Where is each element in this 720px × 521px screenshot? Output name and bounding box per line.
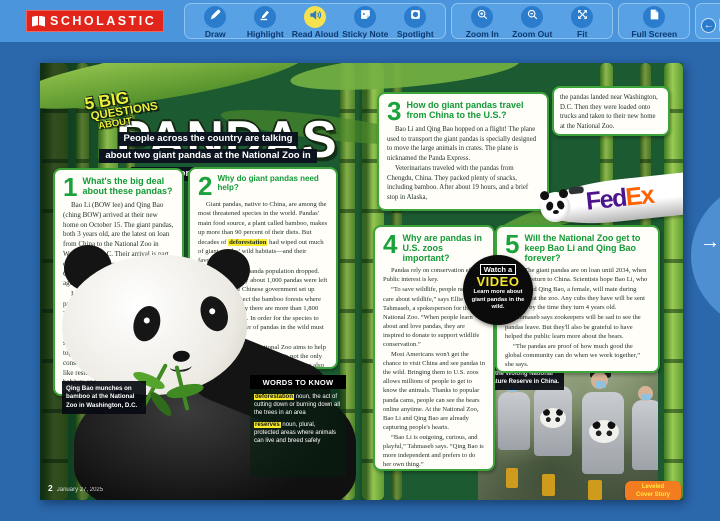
- video-badge-description: Learn more about giant pandas in the wil…: [471, 289, 525, 311]
- tool-label: Zoom In: [466, 29, 499, 39]
- toolbar: SCHOLASTIC Draw Highlight Read Aloud Sti…: [0, 0, 720, 42]
- question-3-box: 3 How do giant pandas travel from China …: [377, 92, 549, 211]
- full-screen-icon: [648, 8, 661, 26]
- sticky-note-button[interactable]: Sticky Note: [340, 6, 390, 39]
- video-badge-line2: VIDEO: [477, 275, 520, 289]
- question-number: 4: [383, 233, 397, 255]
- tool-label: Sticky Note: [342, 29, 388, 39]
- tool-label: Read Aloud: [292, 29, 339, 39]
- question-heading: How do giant pandas travel from China to…: [406, 100, 539, 120]
- zoom-tool-group: Zoom In Zoom Out Fit: [451, 3, 613, 39]
- plane-fuselage: FedEx: [538, 170, 683, 229]
- highlighted-term: deforestation: [228, 239, 267, 246]
- page-footer: 2 January 27, 2025: [48, 483, 103, 493]
- scholastic-logo[interactable]: SCHOLASTIC: [26, 10, 164, 32]
- watch-video-badge[interactable]: Watch a VIDEO Learn more about giant pan…: [463, 255, 533, 325]
- article-paragraph: “Bao Li is outgoing, curious, and playfu…: [383, 433, 485, 469]
- question-heading: What's the big deal about these pandas?: [82, 176, 174, 196]
- question-heading: Why are pandas in U.S. zoos important?: [402, 233, 485, 263]
- previous-page-button[interactable]: ←: [701, 18, 716, 33]
- highlighter-icon: [259, 8, 272, 26]
- plane-panda-nose-art: [539, 191, 572, 224]
- vocabulary-term: reserves: [254, 422, 281, 428]
- question-number: 2: [198, 175, 212, 197]
- panda-eye-patch: [129, 303, 164, 345]
- book-icon: [32, 16, 45, 27]
- issue-date: January 27, 2025: [57, 487, 103, 493]
- zoom-in-button[interactable]: Zoom In: [457, 6, 507, 39]
- article-paragraph: Bao Li and Qing Bao hopped on a flight! …: [387, 125, 539, 163]
- panda-eye-patch: [196, 292, 233, 335]
- sticky-note-icon: [359, 8, 372, 26]
- panda-mouth: [169, 360, 192, 373]
- article-paragraph: the pandas landed near Washington, D.C. …: [560, 93, 662, 131]
- read-aloud-button[interactable]: Read Aloud: [290, 6, 340, 39]
- fit-button[interactable]: Fit: [557, 6, 607, 39]
- panda-cub: [589, 420, 619, 443]
- full-screen-button[interactable]: Full Screen: [624, 6, 684, 39]
- vocabulary-entry: deforestation noun, the act of cutting d…: [254, 393, 342, 417]
- tool-label: Spotlight: [397, 29, 434, 39]
- logo-text: SCHOLASTIC: [50, 14, 156, 28]
- words-to-know-heading: WORDS TO KNOW: [250, 375, 346, 389]
- intro-line: about two giant pandas at the National Z…: [99, 149, 316, 163]
- right-arrow-icon: →: [700, 231, 720, 254]
- intro-line: People across the country are talking: [118, 132, 299, 146]
- page-navigation: Page ← →: [695, 3, 720, 39]
- draw-button[interactable]: Draw: [190, 6, 240, 39]
- spotlight-button[interactable]: Spotlight: [390, 6, 440, 39]
- folio-page-number: 2: [48, 483, 53, 493]
- fullscreen-tool-group: Full Screen: [618, 3, 690, 39]
- annotation-tool-group: Draw Highlight Read Aloud Sticky Note Sp…: [184, 3, 446, 39]
- pencil-icon: [209, 8, 222, 26]
- tool-label: Zoom Out: [512, 29, 552, 39]
- question-number: 3: [387, 100, 401, 122]
- question-heading: Why do giant pandas need help?: [217, 175, 328, 193]
- article-paragraph: Most Americans won't get the chance to v…: [383, 350, 485, 432]
- spotlight-icon: [409, 8, 422, 26]
- question-number: 1: [63, 176, 77, 198]
- fedex-logo: FedEx: [585, 183, 655, 215]
- leveled-cover-story-badge: Leveled Cover Story: [625, 481, 681, 500]
- words-to-know-panel: WORDS TO KNOW deforestation noun, the ac…: [250, 375, 346, 477]
- tool-groups: Draw Highlight Read Aloud Sticky Note Sp…: [184, 3, 720, 39]
- tool-label: Highlight: [247, 29, 284, 39]
- vocabulary-term: deforestation: [254, 394, 294, 400]
- article-paragraph: “The pandas are proof of how much good t…: [505, 342, 650, 370]
- badge-line: Leveled: [627, 484, 679, 492]
- zoom-out-icon: [526, 8, 539, 26]
- fit-expand-icon: [576, 8, 589, 26]
- next-page-arrow-button[interactable]: →: [691, 178, 720, 333]
- zoom-in-icon: [476, 8, 489, 26]
- highlight-button[interactable]: Highlight: [240, 6, 290, 39]
- tool-label: Draw: [205, 29, 226, 39]
- panda-photo-caption: Qing Bao munches on bamboo at the Nation…: [62, 381, 146, 414]
- vocabulary-entry: reserves noun, plural, protected areas w…: [254, 421, 342, 445]
- tool-label: Fit: [577, 29, 587, 39]
- zoom-out-button[interactable]: Zoom Out: [507, 6, 557, 39]
- plane-cockpit-window: [568, 186, 584, 195]
- badge-line: Cover Story: [627, 492, 679, 500]
- magazine-spread: PANDAS 5 BIG QUESTIONS ABOUT People acro…: [40, 63, 683, 500]
- article-paragraph: Tahmaseb says zookeepers will be sad to …: [505, 313, 650, 341]
- tool-label: Full Screen: [631, 29, 677, 39]
- article-paragraph: Veterinarians traveled with the pandas f…: [387, 164, 539, 202]
- question-3-continuation-box: the pandas landed near Washington, D.C. …: [552, 86, 670, 136]
- panda-cub: [540, 408, 566, 428]
- speaker-icon: [308, 8, 322, 27]
- fedex-panda-plane-photo: FedEx: [540, 153, 683, 253]
- question-number: 5: [505, 233, 519, 255]
